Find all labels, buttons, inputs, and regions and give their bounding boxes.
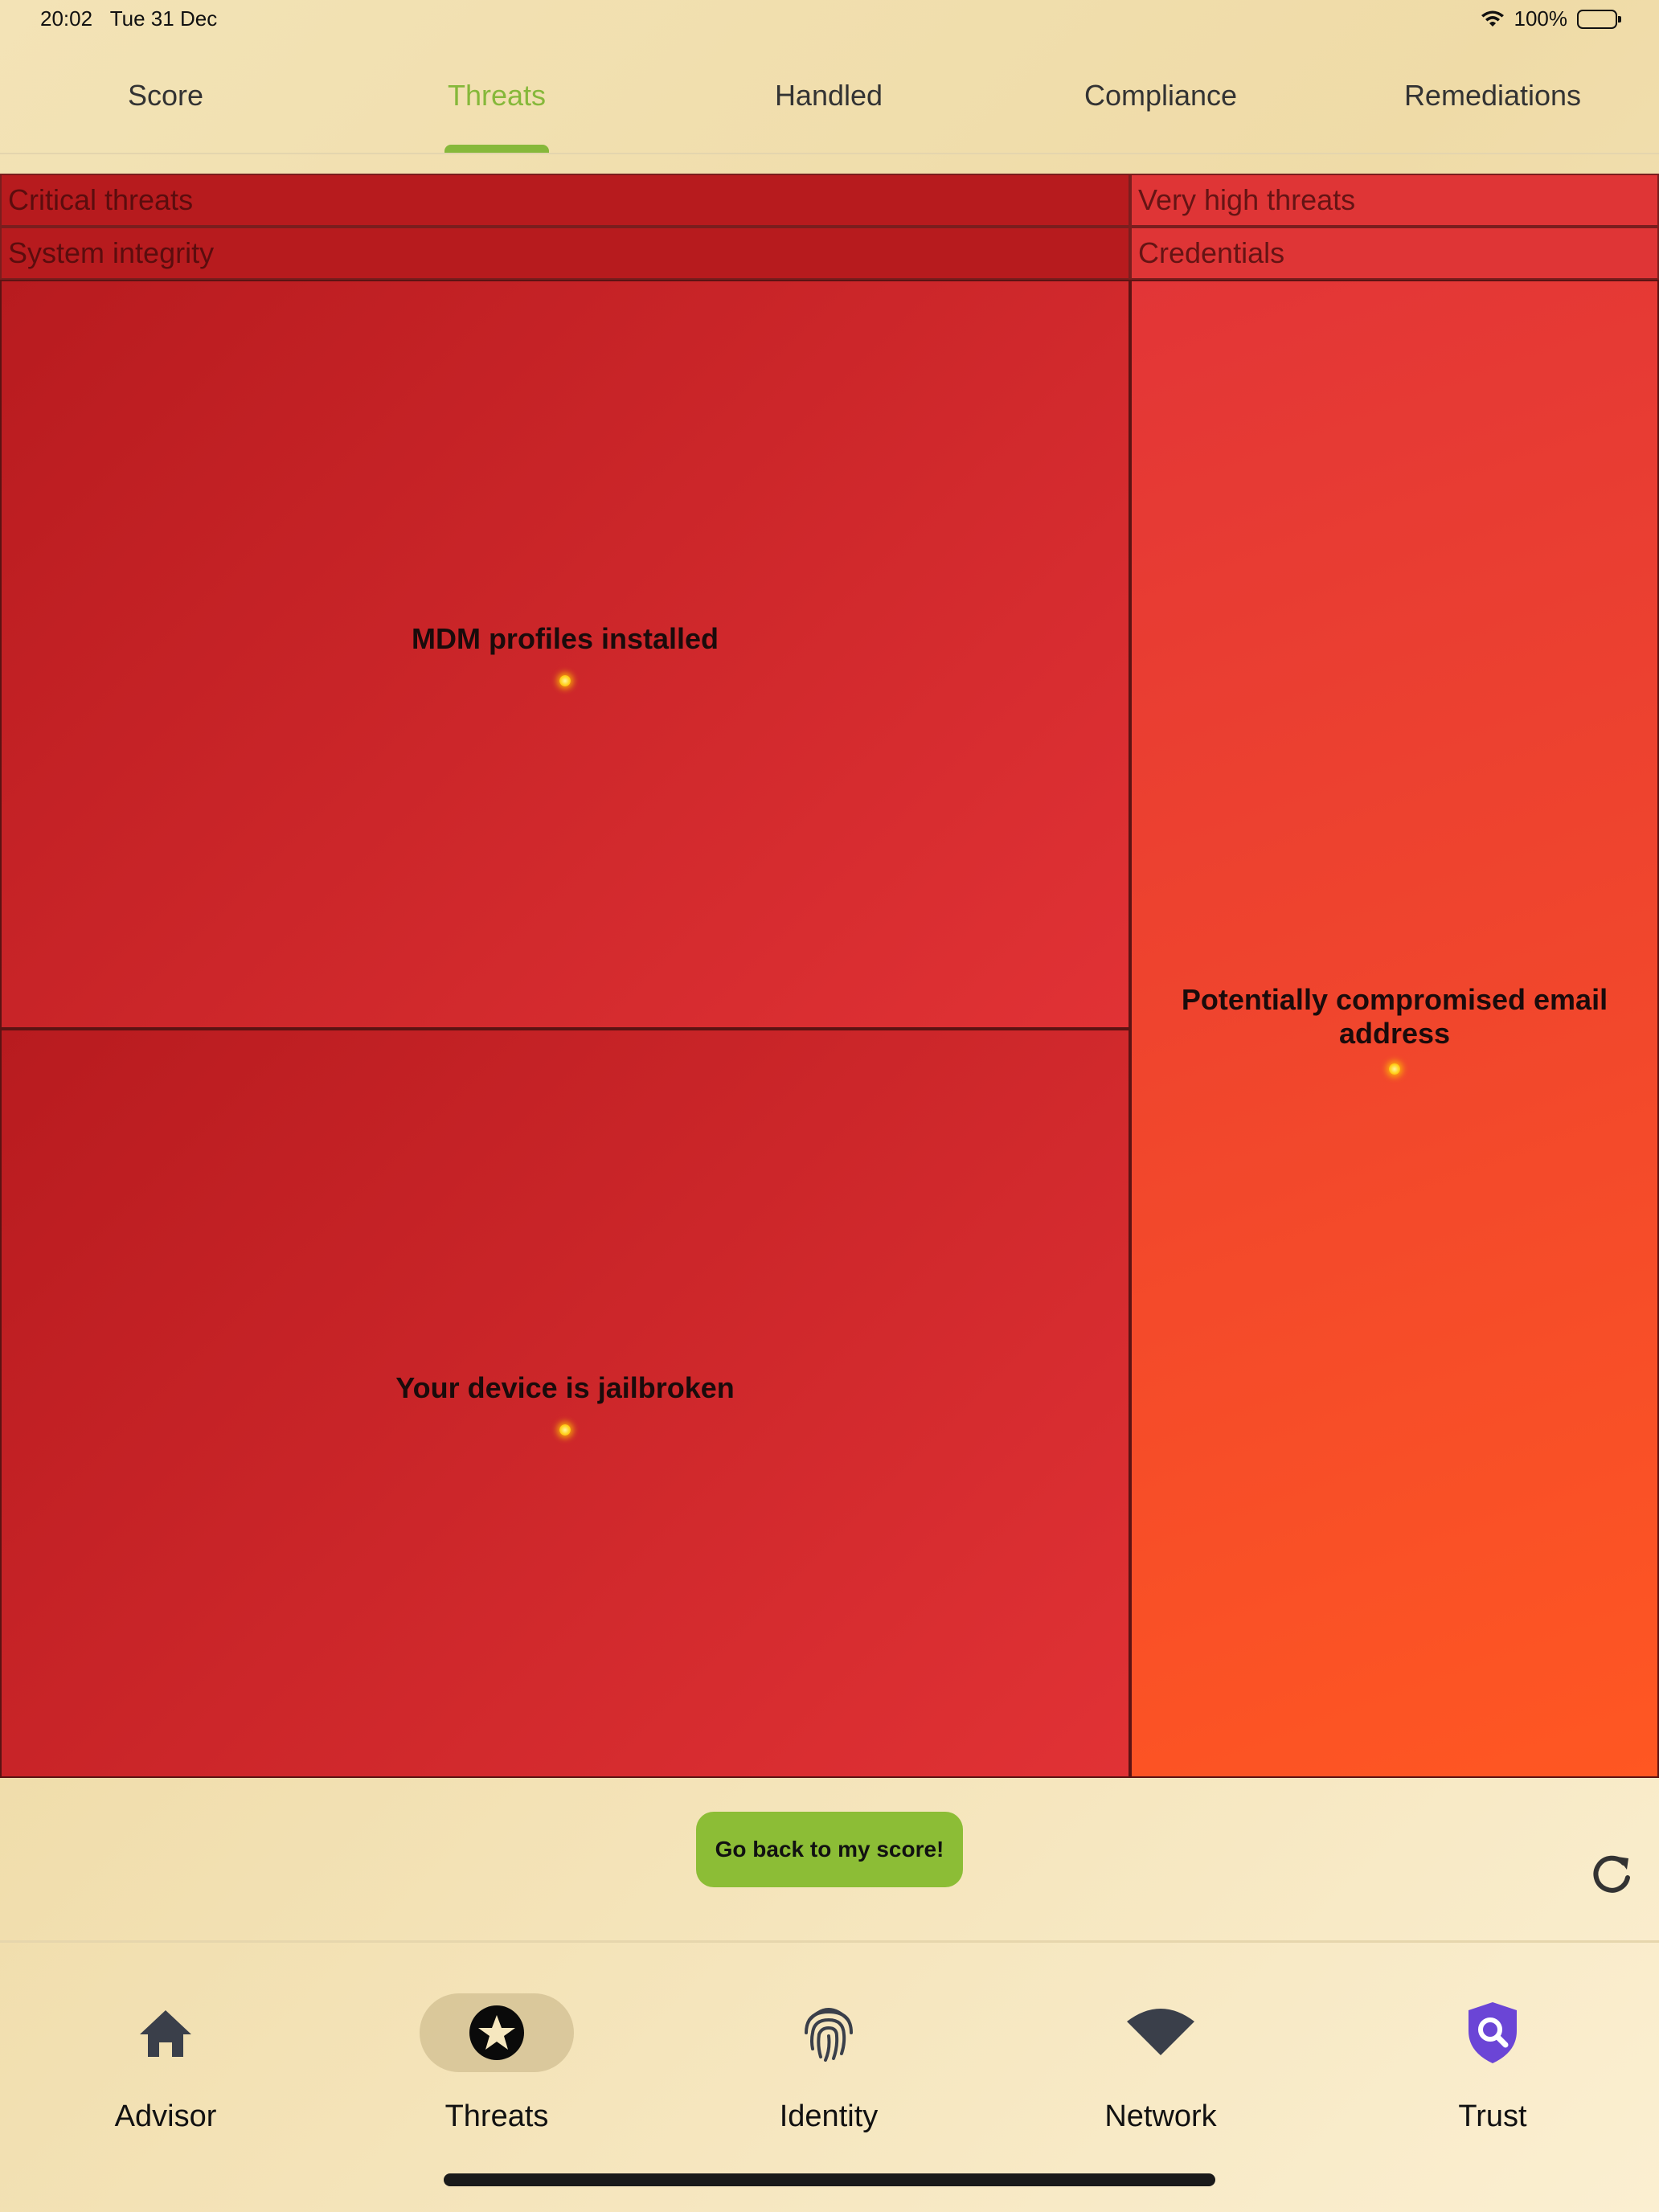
threat-label: Potentially compromised email address	[1181, 983, 1608, 1050]
tab-compliance[interactable]: Compliance	[995, 39, 1326, 153]
bottom-navigation: Advisor Threats Identity Network Trust	[0, 1945, 1659, 2212]
nav-label: Threats	[444, 2099, 549, 2133]
very-high-threats-header: Very high threats	[1130, 174, 1659, 227]
critical-threats-header: Critical threats	[0, 174, 1130, 227]
threat-mdm-profiles[interactable]: MDM profiles installed	[0, 280, 1130, 1029]
tab-score[interactable]: Score	[0, 39, 331, 153]
nav-icon-container	[88, 1993, 243, 2072]
credentials-header: Credentials	[1130, 227, 1659, 280]
nav-identity[interactable]: Identity	[663, 1945, 994, 2138]
nav-advisor[interactable]: Advisor	[0, 1945, 331, 2138]
threat-label: MDM profiles installed	[411, 622, 719, 655]
top-tab-bar: Score Threats Handled Compliance Remedia…	[0, 39, 1659, 154]
nav-icon-container	[420, 1993, 574, 2072]
nav-label: Trust	[1458, 2099, 1527, 2133]
nav-label: Network	[1104, 2099, 1217, 2133]
threat-compromised-email[interactable]: Potentially compromised email address	[1130, 280, 1659, 1778]
battery-icon	[1577, 9, 1621, 29]
star-badge-icon	[469, 2005, 524, 2060]
nav-label: Identity	[779, 2099, 879, 2133]
wifi-icon	[1127, 2009, 1194, 2055]
active-tab-indicator	[444, 145, 549, 153]
go-back-to-score-button[interactable]: Go back to my score!	[696, 1812, 963, 1887]
threat-jailbroken[interactable]: Your device is jailbroken	[0, 1029, 1130, 1778]
tab-threats[interactable]: Threats	[331, 39, 662, 153]
status-bar: 20:02 Tue 31 Dec 100%	[0, 0, 1659, 39]
tab-remediations[interactable]: Remediations	[1327, 39, 1658, 153]
threat-indicator-dot	[559, 1424, 571, 1436]
fingerprint-icon	[805, 2008, 853, 2062]
nav-icon-container	[1083, 1993, 1238, 2072]
threat-indicator-dot	[1389, 1063, 1400, 1075]
system-integrity-header: System integrity	[0, 227, 1130, 280]
nav-label: Advisor	[114, 2099, 217, 2133]
status-time: 20:02 Tue 31 Dec	[40, 6, 218, 31]
nav-trust[interactable]: Trust	[1327, 1945, 1658, 2138]
nav-icon-container	[752, 1993, 906, 2072]
nav-icon-container	[1415, 1993, 1570, 2072]
threat-indicator-dot	[559, 675, 571, 686]
shield-search-icon	[1469, 2002, 1517, 2063]
nav-threats[interactable]: Threats	[331, 1945, 662, 2138]
nav-divider	[0, 1940, 1659, 1943]
home-icon	[140, 2010, 191, 2057]
status-right: 100%	[1481, 6, 1621, 31]
wifi-status-icon	[1481, 10, 1504, 27]
threats-treemap: Critical threats System integrity MDM pr…	[0, 174, 1659, 1778]
tab-handled[interactable]: Handled	[663, 39, 994, 153]
refresh-icon[interactable]	[1588, 1850, 1635, 1897]
battery-percent: 100%	[1514, 6, 1568, 31]
home-indicator[interactable]	[444, 2173, 1215, 2186]
nav-network[interactable]: Network	[995, 1945, 1326, 2138]
threat-label: Your device is jailbroken	[395, 1371, 735, 1404]
